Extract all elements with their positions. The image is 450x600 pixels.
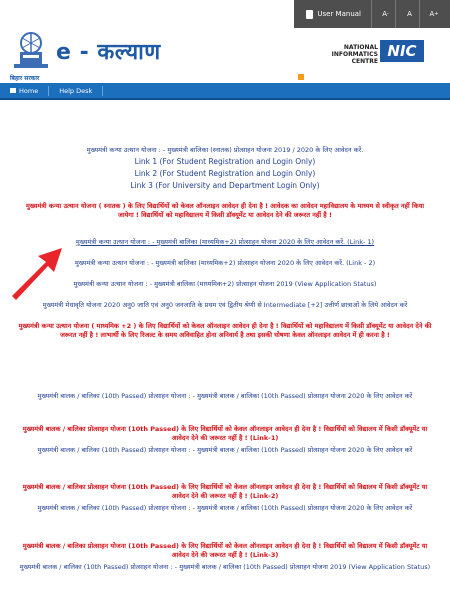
main-navbar: Home Help Desk xyxy=(0,83,450,100)
home-icon xyxy=(10,88,16,93)
top-utility-bar: User Manual A- A A + xyxy=(0,0,450,28)
nav-divider xyxy=(102,85,104,96)
tenth-notice-link-3: मुख्यमंत्री बालक / बालिका प्रोत्साहन योज… xyxy=(22,542,428,559)
plus2-link-1[interactable]: मुख्यमंत्री कन्या उत्थान योजना : - मुख्य… xyxy=(18,238,432,247)
font-normal-button[interactable]: A xyxy=(400,0,420,28)
font-decrease-button[interactable]: A- xyxy=(376,0,396,28)
nav-help-desk-label: Help Desk xyxy=(59,86,93,95)
emblem-caption: बिहार सरकार xyxy=(10,75,40,82)
nic-logo: NIC xyxy=(380,40,424,62)
nav-home[interactable]: Home xyxy=(0,83,48,98)
tenth-passed-link[interactable]: मुख्यमंत्री बालक / बालिका (10th Passed) … xyxy=(18,392,432,401)
tenth-notice-link-2: मुख्यमंत्री बालक / बालिका प्रोत्साहन योज… xyxy=(22,483,428,500)
document-icon xyxy=(306,9,314,19)
site-header: बिहार सरकार e - कल्याण NATIONAL INFORMAT… xyxy=(0,28,450,83)
font-normal-label: A xyxy=(407,10,412,18)
tenth-status-link[interactable]: मुख्यमंत्री बालक / बालिका (10th Passed) … xyxy=(18,563,432,572)
plus2-status-link[interactable]: मुख्यमंत्री कन्या उत्थान योजना : - मुख्य… xyxy=(18,280,432,289)
nav-help-desk[interactable]: Help Desk xyxy=(49,83,102,98)
user-manual-link[interactable]: User Manual xyxy=(300,0,372,28)
user-manual-label: User Manual xyxy=(317,10,361,18)
font-increase-button[interactable]: A + xyxy=(424,0,444,28)
graduation-scheme-title[interactable]: मुख्यमंत्री कन्या उत्थान योजना : - मुख्य… xyxy=(18,146,432,155)
nic-line1: NATIONAL xyxy=(343,44,378,51)
plus2-link-2[interactable]: मुख्यमंत्री कन्या उत्थान योजना : - मुख्य… xyxy=(18,259,432,268)
tenth-notice-link-1: मुख्यमंत्री बालक / बालिका प्रोत्साहन योज… xyxy=(22,425,428,442)
top-utility-controls: User Manual A- A A + xyxy=(294,0,450,28)
flag-icon xyxy=(298,74,304,80)
site-title: e - कल्याण xyxy=(56,40,161,65)
nic-line3: CENTRE xyxy=(351,58,378,65)
link-3-university[interactable]: Link 3 (For University and Department Lo… xyxy=(18,181,432,190)
plus2-notice: मुख्यमंत्री कन्या उत्थान योजना ( माध्यमि… xyxy=(18,322,432,339)
link-1-student[interactable]: Link 1 (For Student Registration and Log… xyxy=(18,157,432,166)
red-arrow-icon xyxy=(12,248,62,300)
tenth-passed-link-a[interactable]: मुख्यमंत्री बालक / बालिका (10th Passed) … xyxy=(18,446,432,455)
medhavriti-link[interactable]: मुख्यमंत्री मेधावृति योजना 2020 अनु0 जात… xyxy=(18,301,432,310)
nav-home-label: Home xyxy=(19,86,39,95)
tenth-passed-link-b[interactable]: मुख्यमंत्री बालक / बालिका (10th Passed) … xyxy=(18,504,432,513)
nic-line2: INFORMATICS xyxy=(331,51,378,58)
graduation-notice: मुख्यमंत्री कन्या उत्थान योजना ( स्नातक … xyxy=(25,202,425,219)
main-content: मुख्यमंत्री कन्या उत्थान योजना : - मुख्य… xyxy=(0,100,450,600)
bihar-emblem-logo xyxy=(14,32,48,68)
link-2-student[interactable]: Link 2 (For Student Registration and Log… xyxy=(18,169,432,178)
nic-text: NATIONAL INFORMATICS CENTRE xyxy=(318,44,378,65)
